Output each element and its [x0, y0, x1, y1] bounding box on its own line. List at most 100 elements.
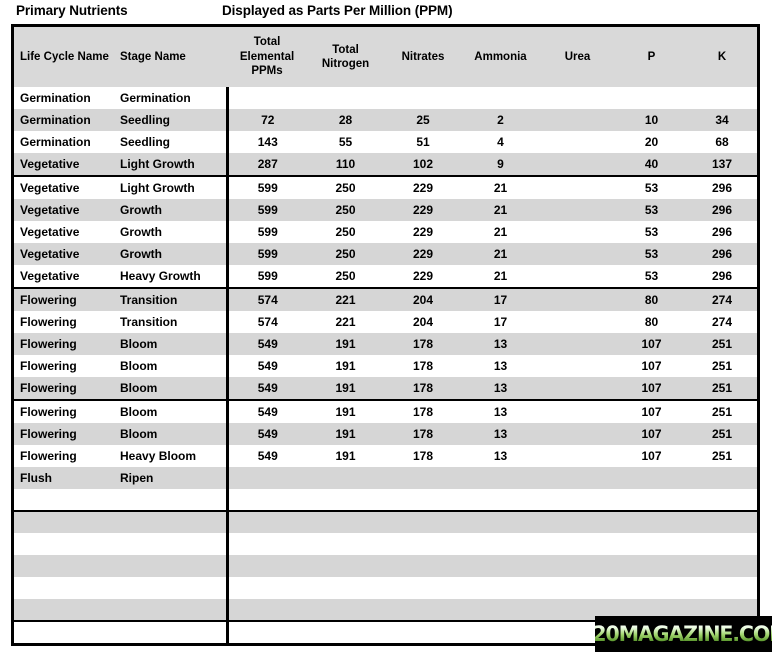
- table-row[interactable]: Germination Seedling 72 28 25 2 10 34: [14, 109, 757, 131]
- cell-ammonia: 13: [462, 400, 539, 423]
- cell-k: 251: [687, 377, 757, 401]
- cell-stage: Seedling: [114, 131, 229, 153]
- table-row[interactable]: Flowering Bloom 549 191 178 13 107 251: [14, 423, 757, 445]
- cell-nitrates: [384, 511, 462, 533]
- cell-p: [616, 555, 687, 577]
- table-row[interactable]: Flush Ripen: [14, 467, 757, 489]
- cell-nitrates: [384, 87, 462, 109]
- table-row[interactable]: Germination Seedling 143 55 51 4 20 68: [14, 131, 757, 153]
- column-header-total-elemental-ppms[interactable]: Total Elemental PPMs: [227, 27, 307, 87]
- cell-ammonia: 4: [462, 131, 539, 153]
- cell-p: 107: [616, 423, 687, 445]
- cell-nitrates: 178: [384, 445, 462, 467]
- cell-urea: [539, 131, 616, 153]
- cell-stage: Growth: [114, 221, 229, 243]
- column-header-urea[interactable]: Urea: [539, 27, 616, 87]
- cell-nitrates: [384, 467, 462, 489]
- cell-stage: Light Growth: [114, 176, 229, 199]
- cell-ammonia: [462, 467, 539, 489]
- table-row[interactable]: Flowering Bloom 549 191 178 13 107 251: [14, 355, 757, 377]
- cell-n: 250: [307, 176, 384, 199]
- column-header-stage-name[interactable]: Stage Name: [114, 27, 227, 87]
- cell-urea: [539, 333, 616, 355]
- cell-total: [227, 621, 307, 643]
- cell-n: [307, 467, 384, 489]
- cell-life: Flush: [14, 467, 114, 489]
- cell-urea: [539, 288, 616, 311]
- cell-life: Germination: [14, 131, 114, 153]
- table-row[interactable]: [14, 511, 757, 533]
- cell-p: 53: [616, 199, 687, 221]
- cell-nitrates: 229: [384, 176, 462, 199]
- column-header-nitrates[interactable]: Nitrates: [384, 27, 462, 87]
- cell-nitrates: [384, 555, 462, 577]
- cell-nitrates: [384, 533, 462, 555]
- cell-p: 53: [616, 221, 687, 243]
- table-row[interactable]: Flowering Transition 574 221 204 17 80 274: [14, 288, 757, 311]
- table-row[interactable]: Flowering Bloom 549 191 178 13 107 251: [14, 333, 757, 355]
- column-header-total-nitrogen[interactable]: Total Nitrogen: [307, 27, 384, 87]
- table-row[interactable]: Flowering Bloom 549 191 178 13 107 251: [14, 400, 757, 423]
- cell-nitrates: [384, 599, 462, 622]
- table-header-row: Life Cycle Name Stage Name Total Element…: [14, 27, 757, 87]
- cell-stage: [114, 577, 229, 599]
- cell-p: 20: [616, 131, 687, 153]
- cell-p: [616, 577, 687, 599]
- table-row[interactable]: Flowering Bloom 549 191 178 13 107 251: [14, 377, 757, 401]
- cell-ammonia: 13: [462, 423, 539, 445]
- cell-stage: [114, 489, 229, 512]
- table-row[interactable]: Vegetative Growth 599 250 229 21 53 296: [14, 243, 757, 265]
- table-row[interactable]: [14, 577, 757, 599]
- table-row[interactable]: Vegetative Light Growth 287 110 102 9 40 137: [14, 153, 757, 177]
- cell-p: 80: [616, 311, 687, 333]
- cell-urea: [539, 109, 616, 131]
- cell-urea: [539, 153, 616, 177]
- cell-ammonia: 13: [462, 445, 539, 467]
- cell-stage: Bloom: [114, 400, 229, 423]
- table-row[interactable]: Flowering Transition 574 221 204 17 80 274: [14, 311, 757, 333]
- cell-nitrates: 229: [384, 243, 462, 265]
- cell-total: 599: [227, 243, 307, 265]
- cell-n: 221: [307, 311, 384, 333]
- cell-nitrates: 178: [384, 423, 462, 445]
- cell-total: 549: [227, 445, 307, 467]
- column-header-ammonia[interactable]: Ammonia: [462, 27, 539, 87]
- cell-n: 250: [307, 199, 384, 221]
- cell-k: 296: [687, 176, 757, 199]
- cell-p: 107: [616, 400, 687, 423]
- cell-n: [307, 577, 384, 599]
- table-row[interactable]: [14, 489, 757, 512]
- cell-stage: Growth: [114, 243, 229, 265]
- table-row[interactable]: [14, 555, 757, 577]
- cell-nitrates: [384, 621, 462, 643]
- table-header: Life Cycle Name Stage Name Total Element…: [14, 27, 757, 87]
- table-row[interactable]: Germination Germination: [14, 87, 757, 109]
- column-header-life-cycle-name[interactable]: Life Cycle Name: [14, 27, 114, 87]
- cell-life: Germination: [14, 109, 114, 131]
- table-row[interactable]: Vegetative Growth 599 250 229 21 53 296: [14, 221, 757, 243]
- column-header-k[interactable]: K: [687, 27, 757, 87]
- table-row[interactable]: Vegetative Light Growth 599 250 229 21 53 296: [14, 176, 757, 199]
- cell-nitrates: [384, 577, 462, 599]
- cell-total: 549: [227, 423, 307, 445]
- cell-life: Vegetative: [14, 265, 114, 289]
- table-row[interactable]: Vegetative Growth 599 250 229 21 53 296: [14, 199, 757, 221]
- cell-total: [227, 467, 307, 489]
- cell-total: 599: [227, 265, 307, 289]
- cell-stage: Bloom: [114, 355, 229, 377]
- cell-life: Vegetative: [14, 221, 114, 243]
- column-header-p[interactable]: P: [616, 27, 687, 87]
- table-row[interactable]: Flowering Heavy Bloom 549 191 178 13 107 251: [14, 445, 757, 467]
- cell-stage: Bloom: [114, 333, 229, 355]
- cell-n: 55: [307, 131, 384, 153]
- cell-n: 191: [307, 445, 384, 467]
- cell-ammonia: 17: [462, 288, 539, 311]
- cell-total: [227, 87, 307, 109]
- table-row[interactable]: [14, 533, 757, 555]
- cell-ammonia: [462, 533, 539, 555]
- cell-urea: [539, 489, 616, 512]
- cell-p: 53: [616, 243, 687, 265]
- cell-urea: [539, 311, 616, 333]
- cell-nitrates: [384, 489, 462, 512]
- table-row[interactable]: Vegetative Heavy Growth 599 250 229 21 53 296: [14, 265, 757, 289]
